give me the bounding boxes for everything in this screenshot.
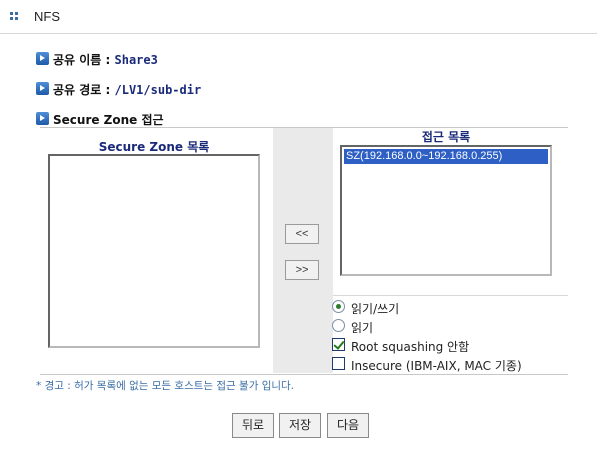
read-only-label: 읽기 <box>351 321 374 335</box>
page-title: NFS <box>34 9 60 24</box>
bullet-arrow-icon <box>36 82 49 95</box>
share-path-value: /LV1/sub-dir <box>114 83 202 97</box>
bullet-arrow-icon <box>36 52 49 65</box>
save-button[interactable]: 저장 <box>279 413 321 438</box>
insecure-checkbox[interactable] <box>332 357 345 370</box>
root-squashing-checkbox[interactable] <box>332 338 345 351</box>
access-listbox[interactable]: SZ(192.168.0.0~192.168.0.255) <box>340 145 552 276</box>
read-only-radio[interactable] <box>332 319 345 332</box>
warning-text: * 경고 : 허가 목록에 없는 모든 호스트는 접근 불가 입니다. <box>36 380 295 392</box>
read-write-radio[interactable] <box>332 300 345 313</box>
header-dots-icon <box>10 12 18 20</box>
remove-from-access-button[interactable]: >> <box>285 260 319 280</box>
section-divider-bottom <box>40 374 568 375</box>
access-list-title: 접근 목록 <box>421 130 471 144</box>
access-list-item[interactable]: SZ(192.168.0.0~192.168.0.255) <box>344 149 548 164</box>
bullet-arrow-icon <box>36 112 49 125</box>
secure-zone-list-title: Secure Zone 목록 <box>98 140 210 154</box>
share-name-label: 공유 이름 : <box>53 53 115 67</box>
move-buttons-panel: << >> <box>273 128 333 373</box>
share-name-value: Share3 <box>114 53 158 67</box>
add-to-access-button[interactable]: << <box>285 224 319 244</box>
share-path-label: 공유 경로 : <box>53 83 115 97</box>
root-squashing-label: Root squashing 안함 <box>351 340 470 354</box>
read-write-label: 읽기/쓰기 <box>351 302 400 316</box>
secure-zone-listbox[interactable] <box>48 154 260 348</box>
next-button[interactable]: 다음 <box>327 413 369 438</box>
secure-zone-section-label: Secure Zone 접근 <box>53 113 164 127</box>
options-divider <box>333 295 568 296</box>
page-header: NFS <box>0 0 597 34</box>
header-divider <box>0 33 597 34</box>
back-button[interactable]: 뒤로 <box>232 413 274 438</box>
insecure-label: Insecure (IBM-AIX, MAC 기종) <box>351 359 522 373</box>
